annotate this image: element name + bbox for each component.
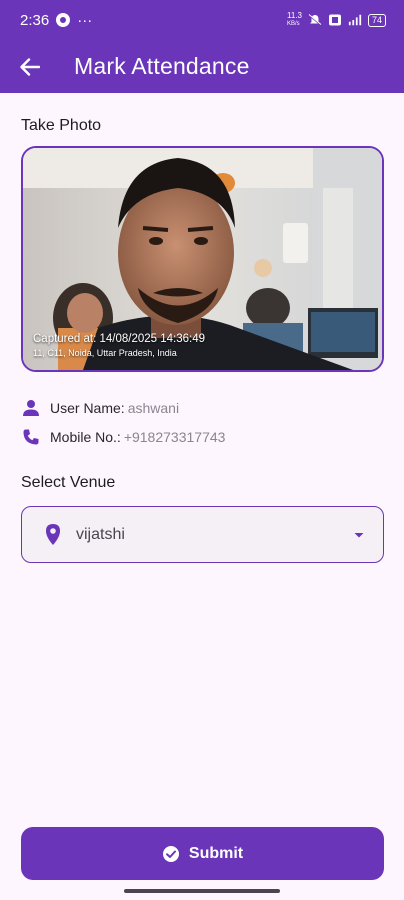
status-bar: 2:36 ··· 11.3 KB/s 74: [0, 0, 404, 40]
home-indicator[interactable]: [124, 889, 280, 893]
captured-photo[interactable]: Captured at: 14/08/2025 14:36:49 11, C11…: [21, 146, 384, 372]
mute-bell-icon: [308, 14, 322, 26]
submit-label: Submit: [188, 844, 244, 862]
status-time: 2:36: [20, 11, 50, 29]
take-photo-label: Take Photo: [21, 117, 102, 134]
select-venue-label: Select Venue: [21, 474, 116, 491]
photo-timestamp-overlay: Captured at: 14/08/2025 14:36:49 11, C11…: [33, 333, 205, 358]
person-icon: [21, 398, 41, 418]
username-row: User Name: ashwani: [21, 398, 179, 418]
username-label: User Name:: [50, 400, 125, 416]
app-notification-icon: [56, 13, 71, 27]
app-bar: Mark Attendance: [0, 40, 404, 93]
submit-button[interactable]: Submit: [21, 827, 384, 880]
location-text: 11, C11, Noida, Uttar Pradesh, India: [33, 348, 177, 358]
check-circle-icon: [162, 845, 179, 862]
username-value: ashwani: [127, 400, 180, 416]
dropdown-arrow-icon: [354, 532, 364, 537]
captured-at-text: Captured at: 14/08/2025 14:36:49: [33, 333, 206, 345]
mobile-value: +918273317743: [123, 429, 226, 445]
venue-dropdown[interactable]: vijatshi: [21, 506, 384, 563]
signal-icon: [348, 14, 362, 26]
battery-icon: 74: [367, 13, 386, 27]
venue-selected-value: vijatshi: [76, 525, 125, 543]
back-arrow-icon: [20, 57, 40, 76]
back-button[interactable]: [8, 45, 52, 89]
mobile-label: Mobile No.:: [50, 429, 121, 445]
mobile-row: Mobile No.: +918273317743: [21, 427, 225, 447]
sim-icon: [328, 14, 341, 26]
network-speed: 11.3 KB/s: [287, 11, 302, 28]
phone-icon: [21, 427, 41, 447]
page-title: Mark Attendance: [74, 53, 250, 79]
location-pin-icon: [46, 523, 60, 545]
more-notifications-icon: ···: [77, 11, 93, 29]
